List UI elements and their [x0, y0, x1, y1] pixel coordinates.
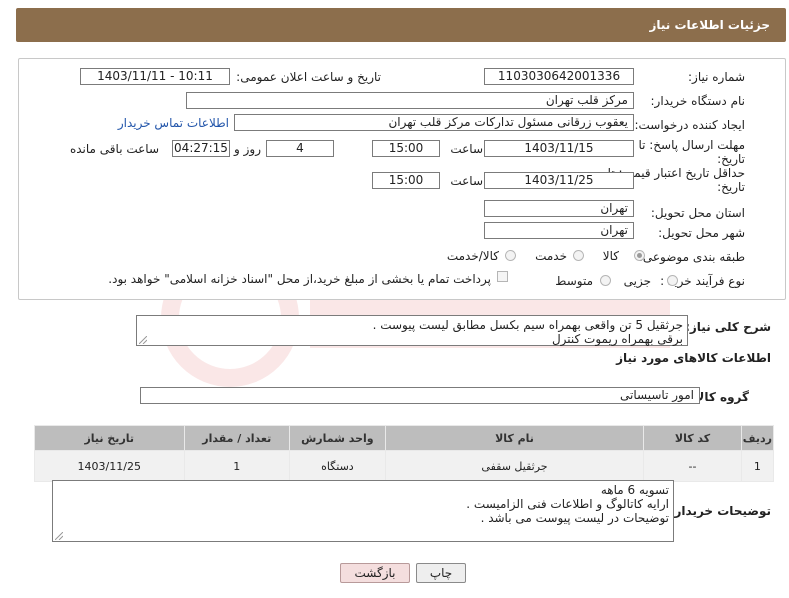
creator-field: یعقوب زرقانی مسئول تدارکات مرکز قلب تهرا… — [234, 114, 634, 131]
announce-date-label: تاریخ و ساعت اعلان عمومی: — [236, 70, 381, 84]
remaining-time-field: 04:27:15 — [172, 140, 230, 157]
province-field: تهران — [484, 200, 634, 217]
table-row: 1 -- جرثقیل سقفی دستگاه 1 1403/11/25 — [34, 450, 775, 482]
creator-label: ایجاد کننده درخواست: — [634, 118, 745, 132]
category-label: طبقه بندی موضوعی: — [638, 250, 745, 264]
remaining-label: ساعت باقی مانده — [69, 142, 159, 156]
description-line-2: برقی بهمراه ریموت کنترل — [551, 332, 683, 346]
cell-code: -- — [643, 450, 742, 482]
description-line-1: جرثقیل 5 تن واقعی بهمراه سیم بکسل مطابق … — [372, 318, 683, 332]
category-option-goods-service: کالا/خدمت — [446, 249, 499, 263]
category-radio-goods[interactable] — [634, 250, 645, 261]
category-option-service: خدمت — [535, 249, 567, 263]
need-number-label: شماره نیاز: — [688, 70, 745, 84]
goods-group-field: امور تاسیساتی — [140, 387, 700, 404]
buyer-org-field: مرکز قلب تهران — [186, 92, 634, 109]
page-title: جزئیات اطلاعات نیاز — [649, 18, 770, 32]
city-field: تهران — [484, 222, 634, 239]
need-number-field: 1103030642001336 — [484, 68, 634, 85]
table-header-row: ردیف کد کالا نام کالا واحد شمارش تعداد /… — [34, 425, 775, 451]
buyer-notes-line-2: ارایه کاتالوگ و اطلاعات فنی الزامیست . — [466, 497, 669, 511]
deadline-label: مهلت ارسال پاسخ: تا — [638, 138, 745, 152]
remaining-days-field: 4 — [266, 140, 334, 157]
resize-grip-icon[interactable] — [55, 532, 63, 540]
validity-label-date: تاریخ: — [717, 180, 745, 194]
deadline-label-date: تاریخ: — [717, 152, 745, 166]
cell-unit: دستگاه — [289, 450, 386, 482]
col-header-quantity: تعداد / مقدار — [183, 425, 291, 451]
process-option-minor: جزیی — [623, 274, 651, 288]
validity-date-field: 1403/11/25 — [484, 172, 634, 189]
province-label: استان محل تحویل: — [650, 206, 745, 220]
resize-grip-icon[interactable] — [139, 336, 147, 344]
col-header-unit: واحد شمارش — [289, 425, 386, 451]
col-header-row-number: ردیف — [740, 425, 775, 451]
validity-time-field: 15:00 — [372, 172, 440, 189]
print-button[interactable]: چاپ — [416, 563, 466, 583]
buyer-notes-line-3: توضیحات در لیست پیوست می باشد . — [480, 511, 669, 525]
deadline-time-label: ساعت — [450, 142, 483, 156]
city-label: شهر محل تحویل: — [658, 226, 745, 240]
col-header-code: کد کالا — [643, 425, 742, 451]
buyer-org-label: نام دستگاه خریدار: — [650, 94, 746, 108]
goods-table: ردیف کد کالا نام کالا واحد شمارش تعداد /… — [34, 425, 775, 482]
category-option-goods: کالا — [602, 249, 619, 263]
validity-time-label: ساعت — [450, 174, 483, 188]
process-radio-medium[interactable] — [600, 275, 611, 286]
goods-section-title: اطلاعات کالاهای مورد نیاز — [616, 351, 771, 365]
treasury-payment-note: پرداخت تمام یا بخشی از مبلغ خرید،از محل … — [108, 272, 491, 286]
buyer-contact-link[interactable]: اطلاعات تماس خریدار — [118, 116, 229, 130]
days-label: روز و — [234, 142, 261, 156]
col-header-date: تاریخ نیاز — [34, 425, 185, 451]
page-header: جزئیات اطلاعات نیاز — [16, 8, 786, 42]
announce-date-field: 1403/11/11 - 10:11 — [80, 68, 230, 85]
cell-date: 1403/11/25 — [34, 450, 185, 482]
description-label: شرح کلی نیاز: — [685, 320, 771, 334]
category-radio-service[interactable] — [573, 250, 584, 261]
cell-name: جرثقیل سقفی — [384, 450, 645, 482]
buyer-notes-label: توضیحات خریدار: — [669, 504, 771, 518]
process-radio-minor[interactable] — [667, 275, 678, 286]
deadline-time-field: 15:00 — [372, 140, 440, 157]
buyer-notes-textarea: تسویه 6 ماهه ارایه کاتالوگ و اطلاعات فنی… — [52, 480, 674, 542]
back-button[interactable]: بازگشت — [340, 563, 410, 583]
description-textarea: جرثقیل 5 تن واقعی بهمراه سیم بکسل مطابق … — [136, 315, 688, 346]
treasury-payment-checkbox[interactable] — [497, 271, 508, 282]
col-header-name: نام کالا — [384, 425, 645, 451]
deadline-date-field: 1403/11/15 — [484, 140, 634, 157]
cell-row-number: 1 — [740, 450, 775, 482]
category-radio-goods-service[interactable] — [505, 250, 516, 261]
buyer-notes-line-1: تسویه 6 ماهه — [600, 483, 669, 497]
cell-quantity: 1 — [183, 450, 291, 482]
process-option-medium: متوسط — [555, 274, 593, 288]
